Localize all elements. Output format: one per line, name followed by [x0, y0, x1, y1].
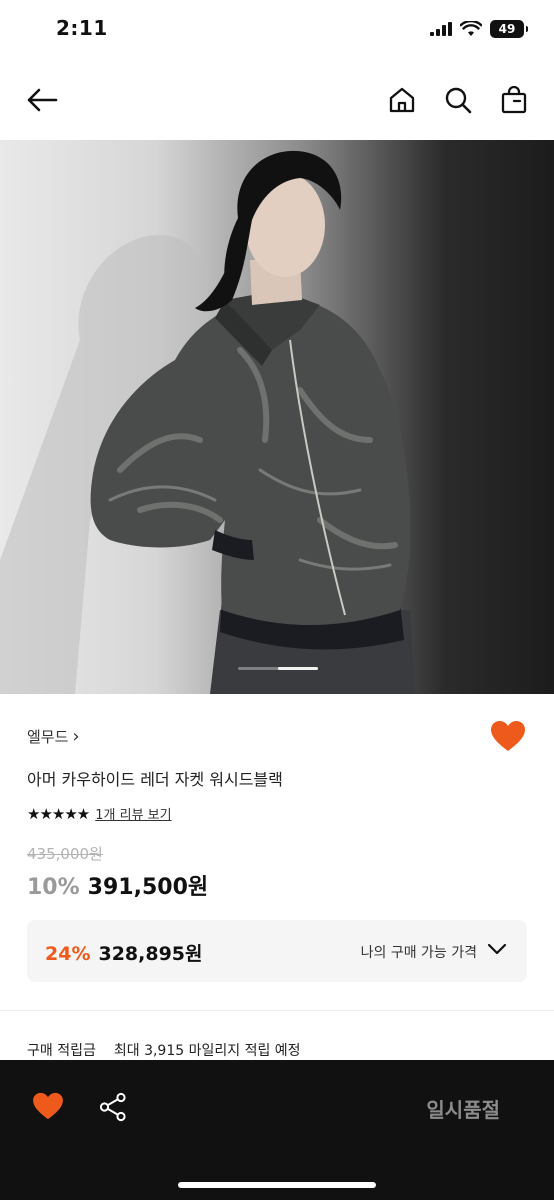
- shopping-bag-icon: [501, 86, 527, 114]
- cart-button[interactable]: [496, 82, 532, 118]
- wishlist-button[interactable]: [490, 720, 526, 754]
- points-value: 최대 3,915 마일리지 적립 예정: [113, 1043, 301, 1059]
- carousel-indicator: [278, 667, 318, 670]
- model-jacket-illustration: [0, 150, 415, 694]
- bottom-wishlist-button[interactable]: [32, 1092, 64, 1122]
- rating-stars: ★★★★★: [27, 804, 90, 823]
- product-image[interactable]: [0, 140, 554, 694]
- chevron-down-icon: [487, 943, 507, 955]
- my-price-toggle[interactable]: 24% 328,895원 나의 구매 가능 가격: [27, 920, 527, 982]
- signal-icon: [430, 22, 452, 36]
- heart-icon: [33, 1092, 63, 1120]
- battery-icon: 49: [490, 20, 528, 38]
- share-icon: [99, 1092, 126, 1122]
- search-button[interactable]: [440, 82, 476, 118]
- home-indicator[interactable]: [178, 1182, 376, 1188]
- status-icons: 49: [430, 20, 528, 38]
- sold-out-label: 일시품절: [426, 1098, 500, 1122]
- heart-icon: [491, 721, 525, 751]
- chevron-right-icon: ›: [72, 726, 80, 747]
- my-price: 328,895원: [98, 943, 203, 965]
- back-button[interactable]: [24, 82, 60, 118]
- bottom-action-bar: 일시품절: [0, 1060, 554, 1200]
- home-button[interactable]: [384, 82, 420, 118]
- price-row: 10% 391,500원: [27, 869, 208, 901]
- discount-rate: 10%: [27, 875, 80, 900]
- status-bar: 2:11 49: [0, 0, 554, 60]
- share-button[interactable]: [98, 1092, 128, 1122]
- points-row: 구매 적립금 최대 3,915 마일리지 적립 예정: [27, 1040, 301, 1060]
- brand-link[interactable]: 엘무드 ›: [27, 726, 80, 747]
- divider: [0, 1010, 554, 1011]
- search-icon: [445, 87, 472, 114]
- my-price-label: 나의 구매 가능 가격: [360, 945, 477, 961]
- original-price: 435,000원: [27, 845, 103, 863]
- sale-price: 391,500원: [87, 875, 209, 900]
- nav-bar: [0, 70, 554, 130]
- wifi-icon: [460, 21, 482, 36]
- home-icon: [389, 87, 415, 113]
- arrow-left-icon: [27, 88, 58, 112]
- brand-name: 엘무드: [27, 728, 69, 746]
- status-time: 2:11: [56, 16, 108, 40]
- points-label: 구매 적립금: [27, 1043, 96, 1059]
- my-discount-rate: 24%: [45, 943, 91, 965]
- my-price-values: 24% 328,895원: [45, 939, 203, 966]
- rating-row: ★★★★★ 1개 리뷰 보기: [27, 804, 172, 824]
- review-link[interactable]: 1개 리뷰 보기: [95, 804, 171, 823]
- product-name: 아머 카우하이드 레더 자켓 워시드블랙: [27, 770, 283, 789]
